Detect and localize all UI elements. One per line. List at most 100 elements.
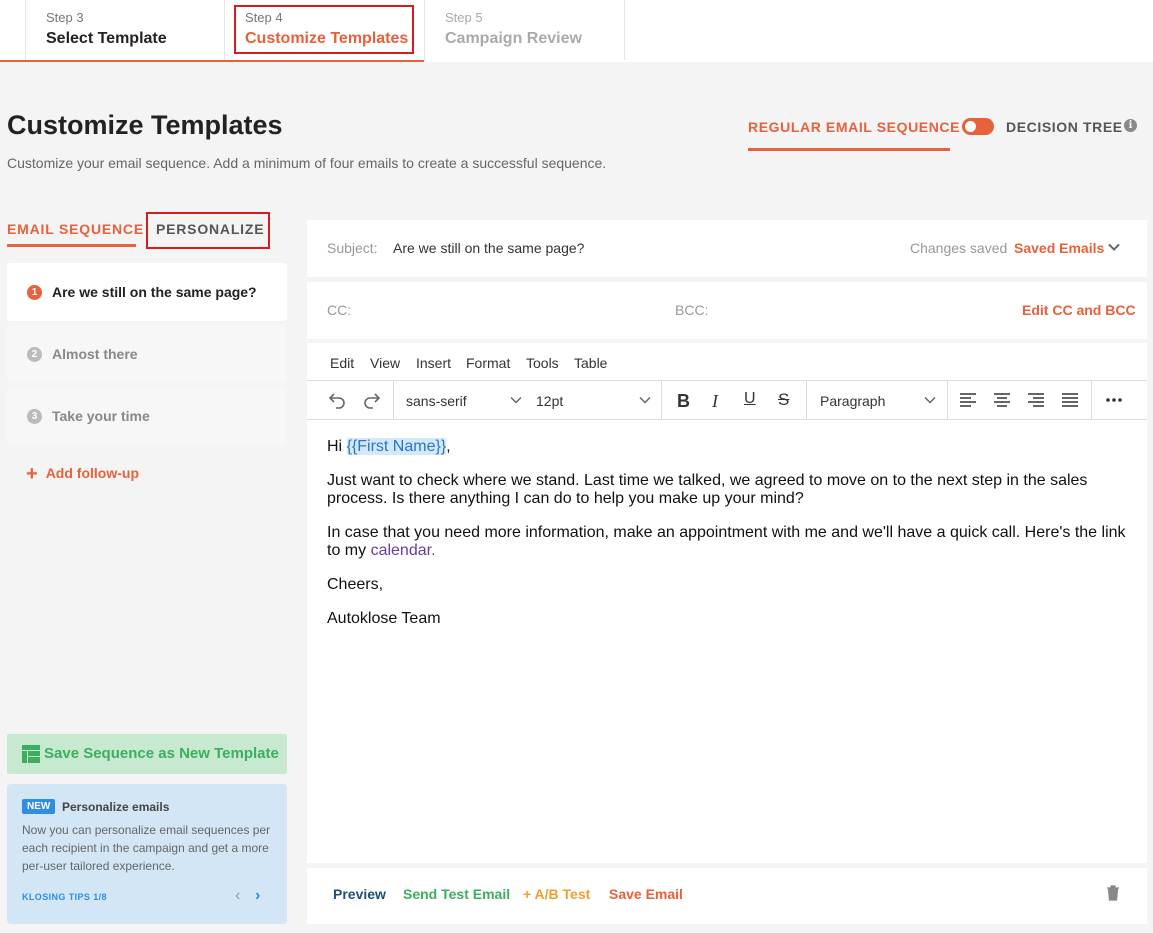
greeting-text: Hi (327, 438, 347, 455)
sequence-item-label: Almost there (52, 346, 138, 362)
subject-input[interactable]: Are we still on the same page? (393, 240, 584, 256)
font-family-select[interactable]: sans-serif (406, 393, 467, 409)
tab-email-sequence[interactable]: EMAIL SEQUENCE (7, 221, 144, 237)
tip-title: Personalize emails (62, 800, 170, 814)
menu-tools[interactable]: Tools (526, 355, 559, 371)
stepper: Step 3 Select Template Step 4 Customize … (0, 0, 1153, 62)
chevron-right-icon[interactable]: › (255, 887, 260, 905)
sequence-item-label: Are we still on the same page? (52, 284, 257, 300)
chevron-down-icon[interactable] (1107, 240, 1121, 254)
greeting-line: Hi {{First Name}}, (327, 438, 1132, 456)
font-size-select[interactable]: 12pt (536, 393, 563, 409)
greeting-punct: , (446, 438, 451, 455)
paragraph-punct: . (431, 542, 436, 559)
toolbar-divider (393, 381, 394, 419)
menu-edit[interactable]: Edit (330, 355, 354, 371)
first-name-variable[interactable]: {{First Name}} (346, 438, 447, 455)
email-body[interactable]: Hi {{First Name}}, Just want to check wh… (327, 438, 1132, 644)
calendar-link[interactable]: calendar (371, 542, 432, 559)
chevron-left-icon[interactable]: ‹ (235, 887, 240, 905)
step-badge: 1 (27, 285, 42, 300)
subject-label: Subject: (327, 240, 378, 256)
save-sequence-template-button[interactable]: Save Sequence as New Template (7, 734, 287, 774)
mode-toggle[interactable] (962, 118, 994, 135)
align-center-icon[interactable] (992, 390, 1012, 410)
block-format-select[interactable]: Paragraph (820, 393, 885, 409)
toolbar-divider (661, 381, 662, 419)
mode-active-underline (748, 148, 950, 151)
cc-row: CC: BCC: Edit CC and BCC (307, 282, 1147, 339)
klosing-tips-card: NEW Personalize emails Now you can perso… (7, 784, 287, 924)
menu-view[interactable]: View (370, 355, 400, 371)
editor-toolbar: sans-serif 12pt B I U S Paragraph (307, 381, 1147, 420)
toolbar-divider (1091, 381, 1092, 419)
strikethrough-icon[interactable]: S (778, 390, 789, 410)
sequence-item-3[interactable]: 3 Take your time (7, 387, 287, 445)
highlight-box (234, 5, 414, 54)
page-subtitle: Customize your email sequence. Add a min… (7, 155, 607, 171)
new-badge: NEW (22, 799, 56, 814)
toggle-knob (965, 121, 976, 132)
mode-decision-tree[interactable]: DECISION TREE (1006, 119, 1123, 135)
editor-menubar: Edit View Insert Format Tools Table (307, 343, 1147, 381)
highlight-box (146, 212, 270, 249)
editor-footer: Preview Send Test Email + A/B Test Save … (307, 868, 1147, 924)
body-paragraph-1: Just want to check where we stand. Last … (327, 472, 1088, 507)
send-test-email-button[interactable]: Send Test Email (403, 886, 510, 902)
saved-emails-dropdown[interactable]: Saved Emails (1014, 240, 1104, 256)
info-icon[interactable]: i (1124, 119, 1137, 132)
underline-icon[interactable]: U (744, 390, 756, 408)
progress-rule (0, 60, 424, 62)
sequence-item-1[interactable]: 1 Are we still on the same page? (7, 263, 287, 321)
step-title: Select Template (46, 30, 167, 47)
align-left-icon[interactable] (958, 390, 978, 410)
trash-icon[interactable] (1104, 884, 1122, 902)
redo-icon[interactable] (362, 390, 382, 410)
save-email-button[interactable]: Save Email (609, 886, 683, 902)
closing-line: Cheers, (327, 576, 384, 593)
chevron-down-icon[interactable] (638, 393, 652, 407)
plus-icon: + (26, 463, 38, 485)
toolbar-divider (806, 381, 807, 419)
step-5[interactable]: Step 5 Campaign Review (425, 0, 625, 60)
ab-test-button[interactable]: + A/B Test (523, 886, 590, 902)
save-status: Changes saved (910, 240, 1008, 256)
tab-active-underline (7, 244, 136, 247)
page-title: Customize Templates (7, 110, 283, 140)
step-number: Step 3 (46, 10, 84, 25)
menu-format[interactable]: Format (466, 355, 510, 371)
chevron-down-icon[interactable] (923, 393, 937, 407)
sequence-item-label: Take your time (52, 408, 150, 424)
menu-table[interactable]: Table (574, 355, 607, 371)
save-template-label: Save Sequence as New Template (44, 745, 279, 762)
italic-icon[interactable]: I (712, 391, 718, 412)
menu-insert[interactable]: Insert (416, 355, 451, 371)
step-badge: 3 (27, 409, 42, 424)
align-right-icon[interactable] (1026, 390, 1046, 410)
edit-cc-bcc-button[interactable]: Edit CC and BCC (1022, 302, 1136, 318)
chevron-down-icon[interactable] (509, 393, 523, 407)
bcc-field[interactable]: BCC: (675, 302, 708, 318)
mode-regular-email-sequence[interactable]: REGULAR EMAIL SEQUENCE (748, 119, 960, 135)
toolbar-divider (947, 381, 948, 419)
step-title: Campaign Review (445, 30, 582, 47)
preview-button[interactable]: Preview (333, 886, 386, 902)
step-number: Step 5 (445, 10, 483, 25)
body-paragraph-2: In case that you need more information, … (327, 524, 1132, 560)
sequence-item-2[interactable]: 2 Almost there (7, 325, 287, 383)
tip-body: Now you can personalize email sequences … (22, 823, 271, 873)
add-followup-button[interactable]: + Add follow-up (26, 463, 139, 485)
step-badge: 2 (27, 347, 42, 362)
step-3[interactable]: Step 3 Select Template (25, 0, 225, 60)
more-icon[interactable] (1104, 390, 1124, 410)
align-justify-icon[interactable] (1060, 390, 1080, 410)
add-followup-label: Add follow-up (45, 465, 139, 481)
signature-line: Autoklose Team (327, 610, 441, 627)
undo-icon[interactable] (327, 390, 347, 410)
template-grid-icon (22, 745, 40, 763)
bold-icon[interactable]: B (677, 391, 690, 412)
cc-field[interactable]: CC: (327, 302, 351, 318)
subject-row: Subject: Are we still on the same page? … (307, 220, 1147, 277)
paragraph-text: In case that you need more information, … (327, 524, 1126, 559)
email-editor: Edit View Insert Format Tools Table sans… (307, 343, 1147, 863)
